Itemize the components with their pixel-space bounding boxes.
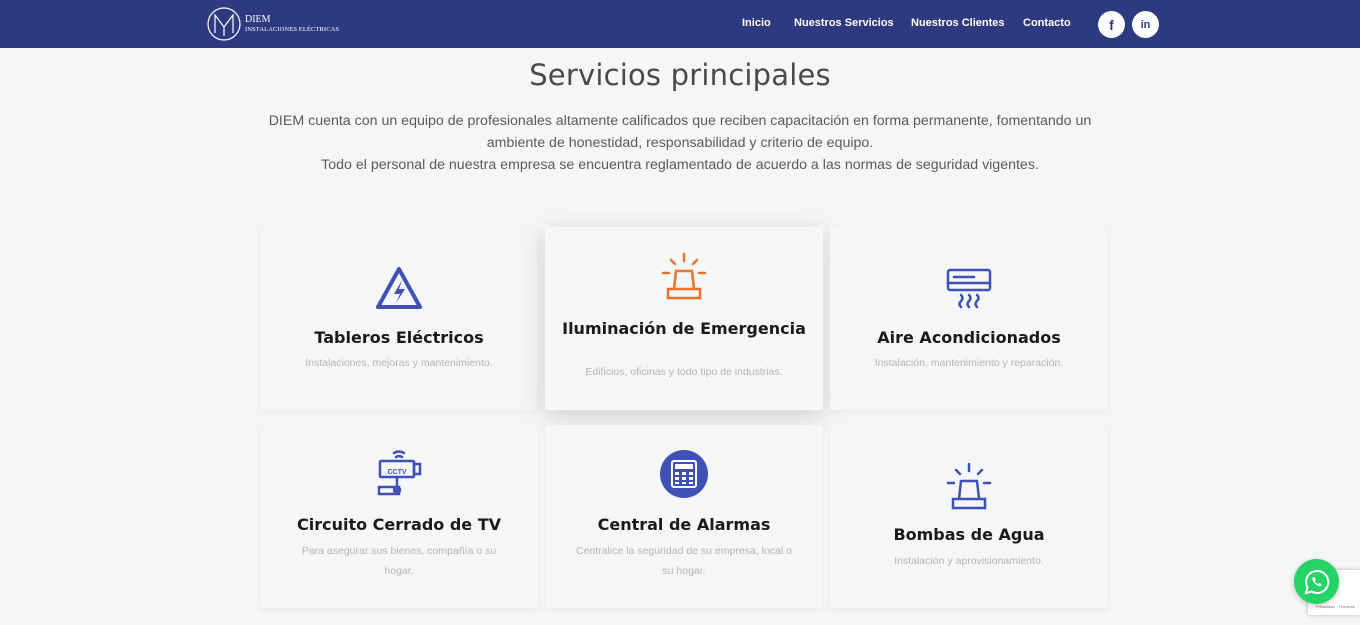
top-navbar: DIEM INSTALACIONES ELÉCTRICAS Inicio Nue…	[0, 0, 1360, 48]
brand-logo[interactable]: DIEM INSTALACIONES ELÉCTRICAS	[206, 6, 339, 42]
service-card-tableros[interactable]: Tableros Eléctricos Instalaciones, mejor…	[260, 227, 538, 410]
beacon-icon	[944, 461, 994, 511]
service-title: Bombas de Agua	[893, 525, 1045, 544]
emergency-beacon-icon	[659, 251, 709, 301]
intro-line: ambiente de honestidad, responsabilidad …	[486, 135, 874, 151]
whatsapp-icon	[1304, 569, 1329, 594]
service-title: Circuito Cerrado de TV	[296, 515, 502, 534]
service-card-alarmas[interactable]: Central de Alarmas Centralice la segurid…	[545, 425, 823, 608]
linkedin-icon[interactable]: in	[1132, 11, 1159, 38]
nav-inicio[interactable]: Inicio	[742, 17, 771, 29]
service-card-bombas[interactable]: Bombas de Agua Instalación y aprovisiona…	[830, 425, 1108, 608]
diem-logo-icon	[207, 7, 241, 41]
brand-name: DIEM	[245, 13, 271, 25]
brand-subtitle: INSTALACIONES ELÉCTRICAS	[245, 25, 340, 33]
service-title: Aire Acondicionados	[877, 328, 1061, 347]
service-card-iluminacion[interactable]: Iluminación de Emergencia Edificios, ofi…	[545, 227, 823, 410]
facebook-glyph: f	[1109, 16, 1114, 33]
service-title: Iluminación de Emergencia	[562, 319, 806, 338]
recaptcha-links[interactable]: Privacidad - Términos	[1316, 604, 1355, 609]
service-description: Instalaciones, mejoras y mantenimiento.	[305, 357, 493, 369]
service-title: Tableros Eléctricos	[314, 328, 484, 347]
brand-text: DIEM INSTALACIONES ELÉCTRICAS	[245, 13, 340, 34]
air-conditioner-icon	[944, 263, 994, 313]
whatsapp-button[interactable]	[1294, 559, 1339, 604]
facebook-icon[interactable]: f	[1098, 11, 1125, 38]
service-description: Instalación, mantenimiento y reparación.	[874, 357, 1064, 369]
nav-nuestros-clientes[interactable]: Nuestros Clientes	[911, 17, 1005, 29]
high-voltage-warning-icon	[374, 263, 424, 313]
cctv-label: CCTV	[387, 469, 406, 476]
cctv-camera-icon: CCTV	[374, 449, 424, 499]
nav-contacto[interactable]: Contacto	[1023, 17, 1071, 29]
nav-nuestros-servicios[interactable]: Nuestros Servicios	[794, 17, 894, 29]
service-card-cctv[interactable]: CCTV Circuito Cerrado de TV Para asegura…	[260, 425, 538, 608]
service-title: Central de Alarmas	[597, 515, 771, 534]
service-description: Centralice la seguridad de su empresa, l…	[576, 545, 792, 577]
section-intro: DIEM cuenta con un equipo de profesional…	[230, 110, 1130, 176]
alarm-keypad-icon	[659, 449, 709, 499]
service-description: Para asegurar sus bienes, compañía o su …	[301, 545, 497, 577]
linkedin-glyph: in	[1140, 18, 1151, 31]
service-description: Instalación y aprovisionamiento.	[894, 555, 1044, 567]
service-description: Edificios, oficinas y todo tipo de indus…	[585, 366, 783, 378]
intro-line: DIEM cuenta con un equipo de profesional…	[268, 113, 1092, 129]
service-card-aire[interactable]: Aire Acondicionados Instalación, manteni…	[830, 227, 1108, 410]
intro-line: Todo el personal de nuestra empresa se e…	[321, 157, 1039, 173]
section-title: Servicios principales	[529, 58, 831, 92]
